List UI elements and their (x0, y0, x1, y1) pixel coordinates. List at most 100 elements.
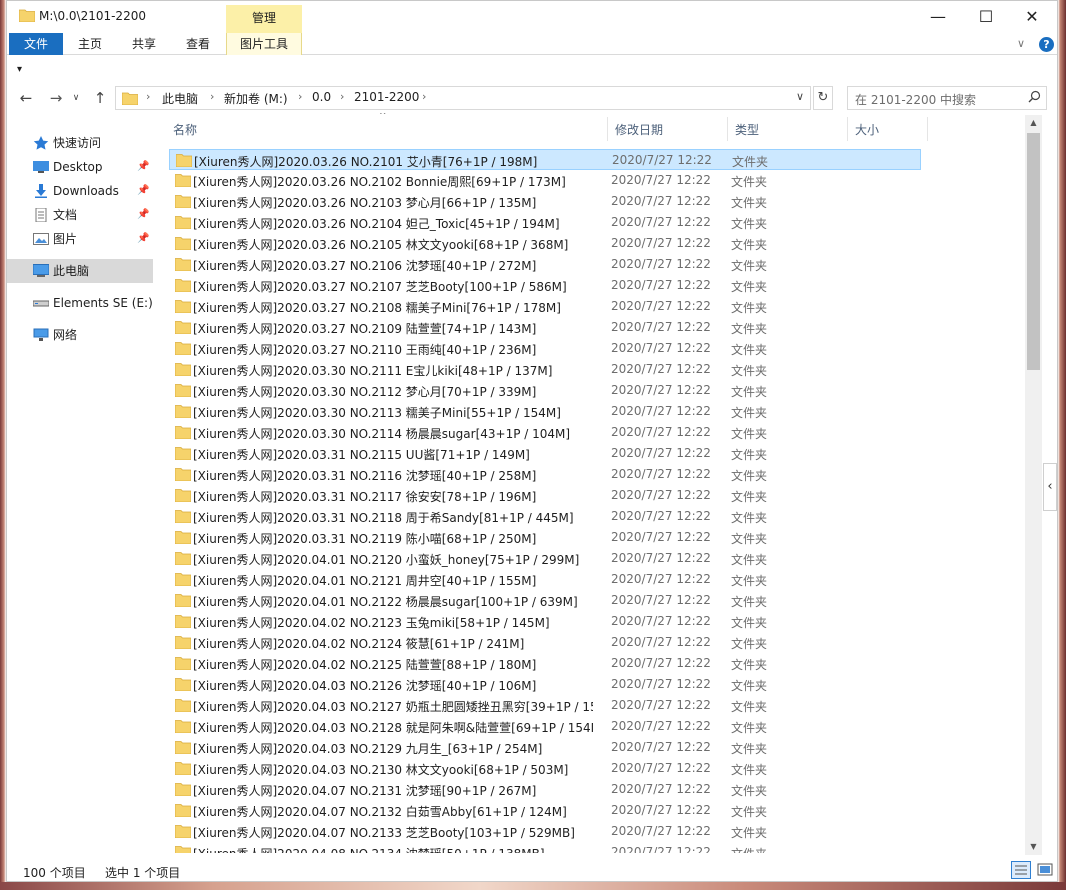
column-size[interactable]: 大小 (855, 121, 879, 138)
sidebar-item-network[interactable]: 网络 (7, 323, 153, 347)
table-row[interactable]: [Xiuren秀人网]2020.03.27 NO.2107 芝芝Booty[10… (169, 275, 921, 296)
table-row[interactable]: [Xiuren秀人网]2020.04.03 NO.2127 奶瓶土肥圆矮挫丑黑穷… (169, 695, 921, 716)
table-row[interactable]: [Xiuren秀人网]2020.03.31 NO.2118 周于希Sandy[8… (169, 506, 921, 527)
tab-view[interactable]: 查看 (175, 33, 221, 55)
column-divider[interactable] (607, 117, 608, 141)
table-row[interactable]: [Xiuren秀人网]2020.03.26 NO.2105 林文文yooki[6… (169, 233, 921, 254)
column-date[interactable]: 修改日期 (615, 121, 663, 138)
table-row[interactable]: [Xiuren秀人网]2020.03.27 NO.2109 陆萱萱[74+1P … (169, 317, 921, 338)
vertical-scrollbar[interactable]: ▲ ▼ (1025, 115, 1042, 855)
scroll-thumb[interactable] (1027, 133, 1040, 370)
table-row[interactable]: [Xiuren秀人网]2020.03.30 NO.2111 E宝儿kiki[48… (169, 359, 921, 380)
table-row[interactable]: [Xiuren秀人网]2020.04.02 NO.2124 筱慧[61+1P /… (169, 632, 921, 653)
file-type: 文件夹 (731, 427, 768, 441)
breadcrumb-this-pc[interactable]: 此电脑 (162, 90, 198, 107)
recent-locations-button[interactable]: ∨ (69, 87, 83, 109)
pin-icon[interactable]: 📌 (137, 227, 149, 251)
up-button[interactable]: ↑ (89, 87, 111, 109)
tab-manage[interactable]: 管理 (226, 5, 302, 33)
address-dropdown-icon[interactable]: ∨ (796, 90, 804, 103)
breadcrumb-volume[interactable]: 新加卷 (M:) (224, 90, 288, 107)
scroll-up-button[interactable]: ▲ (1025, 115, 1042, 131)
sidebar-item-pictures[interactable]: 图片 📌 (7, 227, 153, 251)
search-input[interactable]: 在 2101-2200 中搜索 (855, 91, 976, 108)
table-row[interactable]: [Xiuren秀人网]2020.04.01 NO.2120 小蛮妖_honey[… (169, 548, 921, 569)
sidebar-item-downloads[interactable]: Downloads 📌 (7, 179, 153, 203)
ribbon-tabs: 文件 主页 共享 查看 图片工具 ∨ ? (7, 33, 1057, 55)
table-row[interactable]: [Xiuren秀人网]2020.03.31 NO.2115 UU酱[71+1P … (169, 443, 921, 464)
tab-picture-tools[interactable]: 图片工具 (226, 33, 302, 55)
help-icon[interactable]: ? (1039, 37, 1054, 52)
crumb-separator[interactable]: › (298, 90, 302, 103)
table-row[interactable]: [Xiuren秀人网]2020.03.30 NO.2112 梦心月[70+1P … (169, 380, 921, 401)
column-divider[interactable] (847, 117, 848, 141)
maximize-button[interactable]: ☐ (963, 1, 1009, 33)
tab-file[interactable]: 文件 (9, 33, 63, 55)
table-row[interactable]: [Xiuren秀人网]2020.04.02 NO.2123 玉兔miki[58+… (169, 611, 921, 632)
table-row[interactable]: [Xiuren秀人网]2020.04.03 NO.2129 九月生_[63+1P… (169, 737, 921, 758)
close-button[interactable]: ✕ (1009, 1, 1055, 33)
search-box[interactable]: 在 2101-2200 中搜索 (847, 86, 1047, 110)
file-type: 文件夹 (731, 238, 768, 252)
crumb-separator[interactable]: › (210, 90, 214, 103)
large-icons-view-button[interactable] (1035, 861, 1055, 879)
address-bar[interactable]: › 此电脑 › 新加卷 (M:) › 0.0 › 2101-2200 › ∨ (115, 86, 811, 110)
sort-ascending-icon: ^ (379, 113, 387, 121)
tab-share[interactable]: 共享 (121, 33, 167, 55)
tab-home[interactable]: 主页 (67, 33, 113, 55)
table-row[interactable]: [Xiuren秀人网]2020.03.26 NO.2103 梦心月[66+1P … (169, 191, 921, 212)
sidebar-item-label: 图片 (53, 232, 78, 246)
column-type[interactable]: 类型 (735, 121, 759, 138)
table-row[interactable]: [Xiuren秀人网]2020.04.03 NO.2126 沈梦瑶[40+1P … (169, 674, 921, 695)
table-row[interactable]: [Xiuren秀人网]2020.03.27 NO.2110 王雨纯[40+1P … (169, 338, 921, 359)
column-divider[interactable] (727, 117, 728, 141)
expand-ribbon-icon[interactable]: ∨ (1017, 37, 1025, 50)
table-row[interactable]: [Xiuren秀人网]2020.04.02 NO.2125 陆萱萱[88+1P … (169, 653, 921, 674)
table-row[interactable]: [Xiuren秀人网]2020.03.31 NO.2119 陈小喵[68+1P … (169, 527, 921, 548)
folder-icon (175, 657, 191, 670)
crumb-separator[interactable]: › (146, 90, 150, 103)
table-row[interactable]: [Xiuren秀人网]2020.04.07 NO.2132 白茹雪Abby[61… (169, 800, 921, 821)
column-name[interactable]: 名称 (173, 121, 197, 138)
table-row[interactable]: [Xiuren秀人网]2020.03.26 NO.2101 艾小青[76+1P … (169, 149, 921, 170)
table-row[interactable]: [Xiuren秀人网]2020.04.03 NO.2128 就是阿朱啊&陆萱萱[… (169, 716, 921, 737)
table-row[interactable]: [Xiuren秀人网]2020.03.26 NO.2102 Bonnie周熙[6… (169, 170, 921, 191)
table-row[interactable]: [Xiuren秀人网]2020.04.08 NO.2134 沈梦瑶[50+1P … (169, 842, 921, 853)
table-row[interactable]: [Xiuren秀人网]2020.04.01 NO.2122 杨晨晨sugar[1… (169, 590, 921, 611)
back-button[interactable]: ← (15, 87, 37, 109)
customize-toolbar-icon[interactable]: ▾ (17, 64, 22, 75)
column-divider[interactable] (927, 117, 928, 141)
breadcrumb-folder[interactable]: 0.0 (312, 90, 331, 104)
forward-button[interactable]: → (45, 87, 67, 109)
sidebar-item-desktop[interactable]: Desktop 📌 (7, 155, 153, 179)
table-row[interactable]: [Xiuren秀人网]2020.03.30 NO.2114 杨晨晨sugar[4… (169, 422, 921, 443)
sidebar-item-this-pc[interactable]: 此电脑 (7, 259, 153, 283)
table-row[interactable]: [Xiuren秀人网]2020.03.31 NO.2117 徐安安[78+1P … (169, 485, 921, 506)
table-row[interactable]: [Xiuren秀人网]2020.03.26 NO.2104 妲己_Toxic[4… (169, 212, 921, 233)
table-row[interactable]: [Xiuren秀人网]2020.04.07 NO.2131 沈梦瑶[90+1P … (169, 779, 921, 800)
table-row[interactable]: [Xiuren秀人网]2020.03.27 NO.2108 糯美子Mini[76… (169, 296, 921, 317)
breadcrumb-current[interactable]: 2101-2200 (354, 90, 419, 104)
preview-pane-toggle[interactable]: ‹ (1043, 463, 1057, 511)
folder-icon (175, 447, 191, 460)
table-row[interactable]: [Xiuren秀人网]2020.03.27 NO.2106 沈梦瑶[40+1P … (169, 254, 921, 275)
pin-icon[interactable]: 📌 (137, 203, 149, 227)
pin-icon[interactable]: 📌 (137, 179, 149, 203)
scroll-down-button[interactable]: ▼ (1025, 839, 1042, 855)
search-icon[interactable] (1028, 90, 1041, 103)
minimize-button[interactable]: — (915, 1, 961, 33)
table-row[interactable]: [Xiuren秀人网]2020.03.30 NO.2113 糯美子Mini[55… (169, 401, 921, 422)
table-row[interactable]: [Xiuren秀人网]2020.04.03 NO.2130 林文文yooki[6… (169, 758, 921, 779)
pin-icon[interactable]: 📌 (137, 155, 149, 179)
sidebar-item-quick-access[interactable]: 快速访问 (7, 131, 153, 155)
table-row[interactable]: [Xiuren秀人网]2020.04.01 NO.2121 周井空[40+1P … (169, 569, 921, 590)
crumb-separator[interactable]: › (422, 90, 426, 103)
sidebar-item-drive-e[interactable]: Elements SE (E:) (7, 291, 153, 315)
refresh-button[interactable]: ↻ (813, 86, 833, 110)
table-row[interactable]: [Xiuren秀人网]2020.04.07 NO.2133 芝芝Booty[10… (169, 821, 921, 842)
details-view-button[interactable] (1011, 861, 1031, 879)
crumb-separator[interactable]: › (340, 90, 344, 103)
file-name: [Xiuren秀人网]2020.04.07 NO.2131 沈梦瑶[90+1P … (193, 784, 537, 798)
table-row[interactable]: [Xiuren秀人网]2020.03.31 NO.2116 沈梦瑶[40+1P … (169, 464, 921, 485)
sidebar-item-documents[interactable]: 文档 📌 (7, 203, 153, 227)
